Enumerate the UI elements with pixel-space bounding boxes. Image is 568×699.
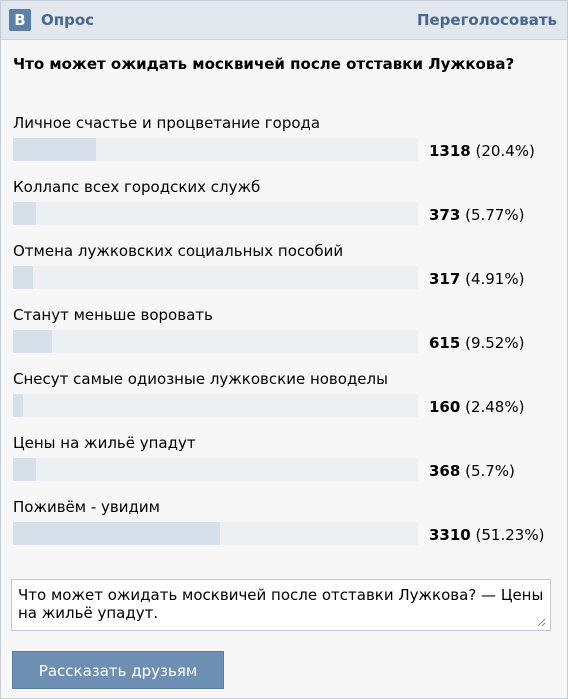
poll-option-label: Личное счастье и процветание города xyxy=(13,114,321,132)
poll-option-label: Снесут самые одиозные лужковские новодел… xyxy=(13,370,388,388)
poll-option-count: 368 xyxy=(429,462,461,480)
poll-option-result: 1318 (20.4%) xyxy=(429,142,535,160)
poll-header: В Опрос Переголосовать xyxy=(1,1,567,40)
share-button[interactable]: Рассказать друзьям xyxy=(12,651,224,689)
poll-option-count: 1318 xyxy=(429,142,471,160)
poll-option-bar-fill xyxy=(13,394,23,417)
poll-option-percent: (9.52%) xyxy=(465,334,525,352)
poll-option-bar xyxy=(13,394,418,417)
poll-option-bar xyxy=(13,266,418,289)
poll-option-percent: (5.7%) xyxy=(465,462,515,480)
poll-option-result: 160 (2.48%) xyxy=(429,398,524,416)
vk-logo-icon: В xyxy=(9,9,31,31)
share-text: Что может ожидать москвичей после отстав… xyxy=(18,586,544,622)
poll-option-label: Станут меньше воровать xyxy=(13,306,213,324)
share-text-field[interactable]: Что может ожидать москвичей после отстав… xyxy=(11,579,551,631)
poll-option-count: 317 xyxy=(429,270,461,288)
poll-widget: В Опрос Переголосовать Что может ожидать… xyxy=(0,0,568,699)
poll-option-count: 373 xyxy=(429,206,461,224)
poll-option-result: 317 (4.91%) xyxy=(429,270,524,288)
poll-option-bar-fill xyxy=(13,330,52,353)
poll-option-bar-fill xyxy=(13,138,96,161)
poll-option-bar-fill xyxy=(13,202,36,225)
poll-option-label: Коллапс всех городских служб xyxy=(13,178,261,196)
poll-option-result: 368 (5.7%) xyxy=(429,462,515,480)
poll-option-percent: (51.23%) xyxy=(475,526,545,544)
revote-link[interactable]: Переголосовать xyxy=(417,11,557,29)
poll-option-label: Отмена лужковских социальных пособий xyxy=(13,242,344,260)
poll-option-count: 615 xyxy=(429,334,461,352)
poll-option-bar xyxy=(13,330,418,353)
poll-option-percent: (2.48%) xyxy=(465,398,525,416)
resize-handle-icon[interactable] xyxy=(536,617,546,627)
poll-option-bar-fill xyxy=(13,458,36,481)
poll-option-bar xyxy=(13,522,418,545)
poll-option-label: Цены на жильё упадут xyxy=(13,434,196,452)
poll-option-bar xyxy=(13,458,418,481)
poll-option-percent: (20.4%) xyxy=(475,142,535,160)
poll-option-label: Поживём - увидим xyxy=(13,498,160,516)
poll-option-bar-fill xyxy=(13,266,33,289)
poll-option-bar-fill xyxy=(13,522,220,545)
poll-question: Что может ожидать москвичей после отстав… xyxy=(13,55,515,73)
poll-option-result: 615 (9.52%) xyxy=(429,334,524,352)
poll-option-percent: (4.91%) xyxy=(465,270,525,288)
poll-option-bar xyxy=(13,202,418,225)
poll-option-percent: (5.77%) xyxy=(465,206,525,224)
poll-title: Опрос xyxy=(41,11,95,29)
poll-option-result: 3310 (51.23%) xyxy=(429,526,544,544)
poll-option-count: 160 xyxy=(429,398,461,416)
poll-option-result: 373 (5.77%) xyxy=(429,206,524,224)
poll-option-bar xyxy=(13,138,418,161)
poll-option-count: 3310 xyxy=(429,526,471,544)
